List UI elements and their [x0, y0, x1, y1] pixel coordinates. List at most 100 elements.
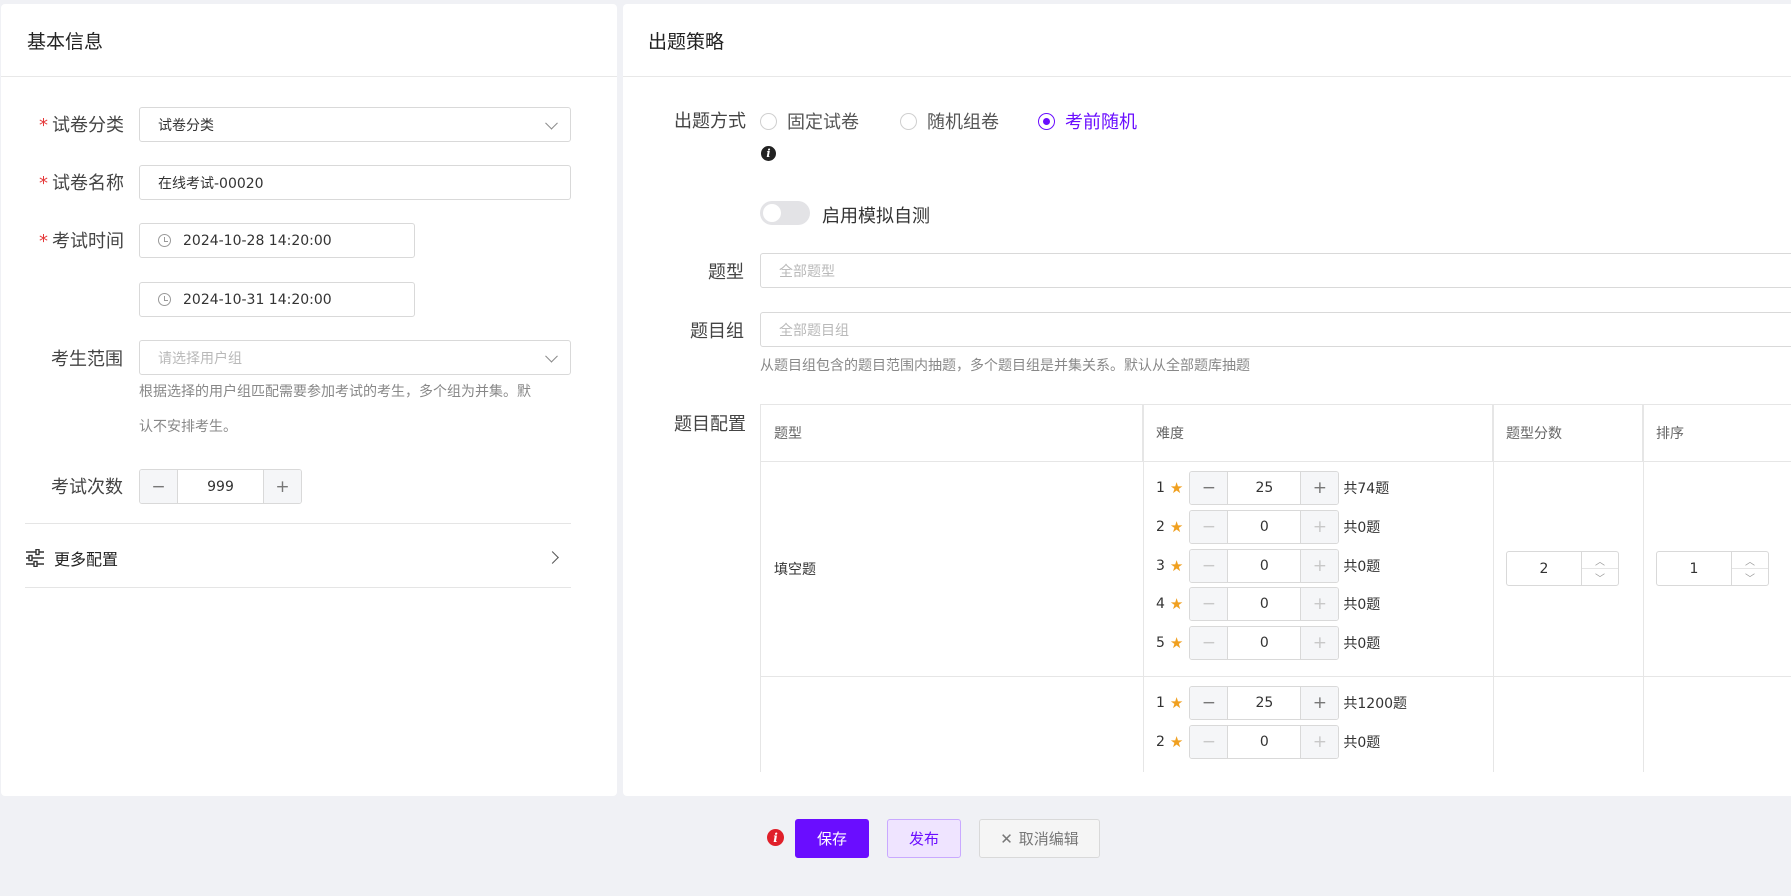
- group-label: 题目组: [690, 321, 744, 342]
- decrement-button[interactable]: −: [140, 470, 177, 503]
- col-divider: [1493, 405, 1494, 772]
- increment-button[interactable]: +: [1301, 627, 1339, 659]
- radio-circle[interactable]: [900, 112, 917, 130]
- difficulty-count-value[interactable]: 25: [1227, 472, 1302, 504]
- score-input[interactable]: 2 ︿ ﹀: [1506, 551, 1619, 586]
- col-divider: [1143, 405, 1144, 772]
- name-label-text: 试卷名称: [52, 173, 124, 194]
- difficulty-count-value[interactable]: 0: [1227, 726, 1302, 758]
- category-select-value: 试卷分类: [158, 117, 214, 134]
- strategy-title: 出题策略: [623, 4, 1791, 77]
- increment-button[interactable]: +: [264, 470, 301, 503]
- error-icon[interactable]: i: [767, 829, 784, 846]
- chevron-down-icon[interactable]: ﹀: [1582, 569, 1618, 585]
- chevron-up-icon[interactable]: ︿: [1732, 552, 1768, 569]
- order-value[interactable]: 1: [1657, 552, 1732, 585]
- difficulty-count-stepper[interactable]: − 0 +: [1189, 626, 1340, 660]
- radio-circle-selected[interactable]: [1038, 112, 1055, 130]
- star-icon: ★: [1169, 595, 1184, 613]
- table-header-order: 排序: [1643, 405, 1791, 461]
- increment-button[interactable]: +: [1301, 511, 1339, 543]
- difficulty-row: 3 ★ − 0 + 共0题: [1156, 549, 1380, 583]
- chevron-down-icon[interactable]: ﹀: [1732, 569, 1768, 585]
- decrement-button[interactable]: −: [1190, 472, 1228, 504]
- decrement-button[interactable]: −: [1190, 627, 1228, 659]
- question-type-placeholder: 全部题型: [779, 263, 835, 280]
- end-time-picker[interactable]: 2024-10-31 14:20:00: [139, 282, 415, 317]
- increment-button[interactable]: +: [1301, 472, 1339, 504]
- difficulty-count-stepper[interactable]: − 0 +: [1189, 510, 1340, 544]
- difficulty-level: 3: [1156, 558, 1165, 574]
- difficulty-count-stepper[interactable]: − 25 +: [1189, 471, 1340, 505]
- col-divider: [1643, 405, 1644, 772]
- difficulty-level: 5: [1156, 635, 1165, 651]
- difficulty-total: 共0题: [1343, 636, 1381, 652]
- clock-icon: [158, 293, 171, 306]
- category-select[interactable]: 试卷分类: [139, 107, 571, 142]
- increment-button[interactable]: +: [1301, 550, 1339, 582]
- table-cell-type: 填空题: [774, 562, 816, 578]
- order-spin-buttons[interactable]: ︿ ﹀: [1732, 552, 1768, 585]
- radio-fixed-paper[interactable]: 固定试卷: [760, 108, 859, 134]
- difficulty-count-stepper[interactable]: − 25 +: [1189, 686, 1340, 720]
- category-label: * 试卷分类: [39, 111, 124, 137]
- decrement-button[interactable]: −: [1190, 687, 1228, 719]
- question-config-table: 题型 难度 题型分数 排序 填空题 1 ★ − 25 + 共74题 2 ★ − 0 …: [760, 404, 1791, 772]
- score-value[interactable]: 2: [1507, 552, 1582, 585]
- difficulty-count-value[interactable]: 0: [1227, 511, 1302, 543]
- question-group-select[interactable]: 全部题目组: [760, 312, 1791, 347]
- paper-name-input[interactable]: 在线考试-00020: [139, 165, 571, 200]
- increment-button[interactable]: +: [1301, 726, 1339, 758]
- attempts-value[interactable]: 999: [177, 470, 264, 503]
- difficulty-level: 2: [1156, 519, 1165, 535]
- user-group-select[interactable]: 请选择用户组: [139, 340, 571, 375]
- decrement-button[interactable]: −: [1190, 550, 1228, 582]
- cancel-edit-button[interactable]: ✕ 取消编辑: [979, 819, 1100, 858]
- row-divider: [761, 461, 1791, 462]
- star-icon: ★: [1169, 518, 1184, 536]
- save-button[interactable]: 保存: [795, 819, 869, 858]
- difficulty-total: 共0题: [1343, 735, 1381, 751]
- difficulty-count-stepper[interactable]: − 0 +: [1189, 549, 1340, 583]
- mock-test-toggle[interactable]: [760, 201, 810, 225]
- table-header-type: 题型: [761, 405, 1143, 461]
- attempts-stepper[interactable]: − 999 +: [139, 469, 302, 504]
- difficulty-count-stepper[interactable]: − 0 +: [1189, 725, 1340, 759]
- more-config-row[interactable]: 更多配置: [25, 536, 571, 580]
- radio-circle[interactable]: [760, 112, 777, 130]
- order-input[interactable]: 1 ︿ ﹀: [1656, 551, 1769, 586]
- radio-random-compose[interactable]: 随机组卷: [900, 108, 999, 134]
- chevron-down-icon: [545, 349, 558, 363]
- increment-button[interactable]: +: [1301, 687, 1339, 719]
- decrement-button[interactable]: −: [1190, 511, 1228, 543]
- decrement-button[interactable]: −: [1190, 588, 1228, 620]
- difficulty-row: 2 ★ − 0 + 共0题: [1156, 510, 1380, 544]
- difficulty-count-value[interactable]: 0: [1227, 588, 1302, 620]
- question-type-select[interactable]: 全部题型: [760, 253, 1791, 288]
- info-icon[interactable]: i: [761, 146, 776, 161]
- chevron-up-icon[interactable]: ︿: [1582, 552, 1618, 569]
- decrement-button[interactable]: −: [1190, 726, 1228, 758]
- divider: [25, 523, 571, 524]
- difficulty-count-value[interactable]: 0: [1227, 627, 1302, 659]
- difficulty-count-stepper[interactable]: − 0 +: [1189, 587, 1340, 621]
- difficulty-total: 共0题: [1343, 520, 1381, 536]
- required-mark: *: [39, 173, 48, 194]
- radio-pre-exam-random[interactable]: 考前随机: [1038, 108, 1137, 134]
- user-group-placeholder: 请选择用户组: [158, 350, 242, 367]
- publish-button[interactable]: 发布: [887, 819, 961, 858]
- chevron-right-icon: [546, 551, 559, 564]
- difficulty-level: 2: [1156, 734, 1165, 750]
- start-time-picker[interactable]: 2024-10-28 14:20:00: [139, 223, 415, 258]
- method-label: 出题方式: [674, 111, 746, 132]
- scope-help: 根据选择的用户组匹配需要参加考试的考生，多个组为并集。默 认不安排考生。: [139, 375, 579, 445]
- difficulty-count-value[interactable]: 0: [1227, 550, 1302, 582]
- score-spin-buttons[interactable]: ︿ ﹀: [1582, 552, 1618, 585]
- difficulty-row: 4 ★ − 0 + 共0题: [1156, 587, 1380, 621]
- difficulty-count-value[interactable]: 25: [1227, 687, 1302, 719]
- close-icon: ✕: [1000, 829, 1013, 848]
- basic-info-panel: 基本信息 * 试卷分类 试卷分类 * 试卷名称 在线考试-00020 * 考试时间 2…: [1, 4, 617, 796]
- increment-button[interactable]: +: [1301, 588, 1339, 620]
- question-group-placeholder: 全部题目组: [779, 322, 849, 339]
- star-icon: ★: [1169, 634, 1184, 652]
